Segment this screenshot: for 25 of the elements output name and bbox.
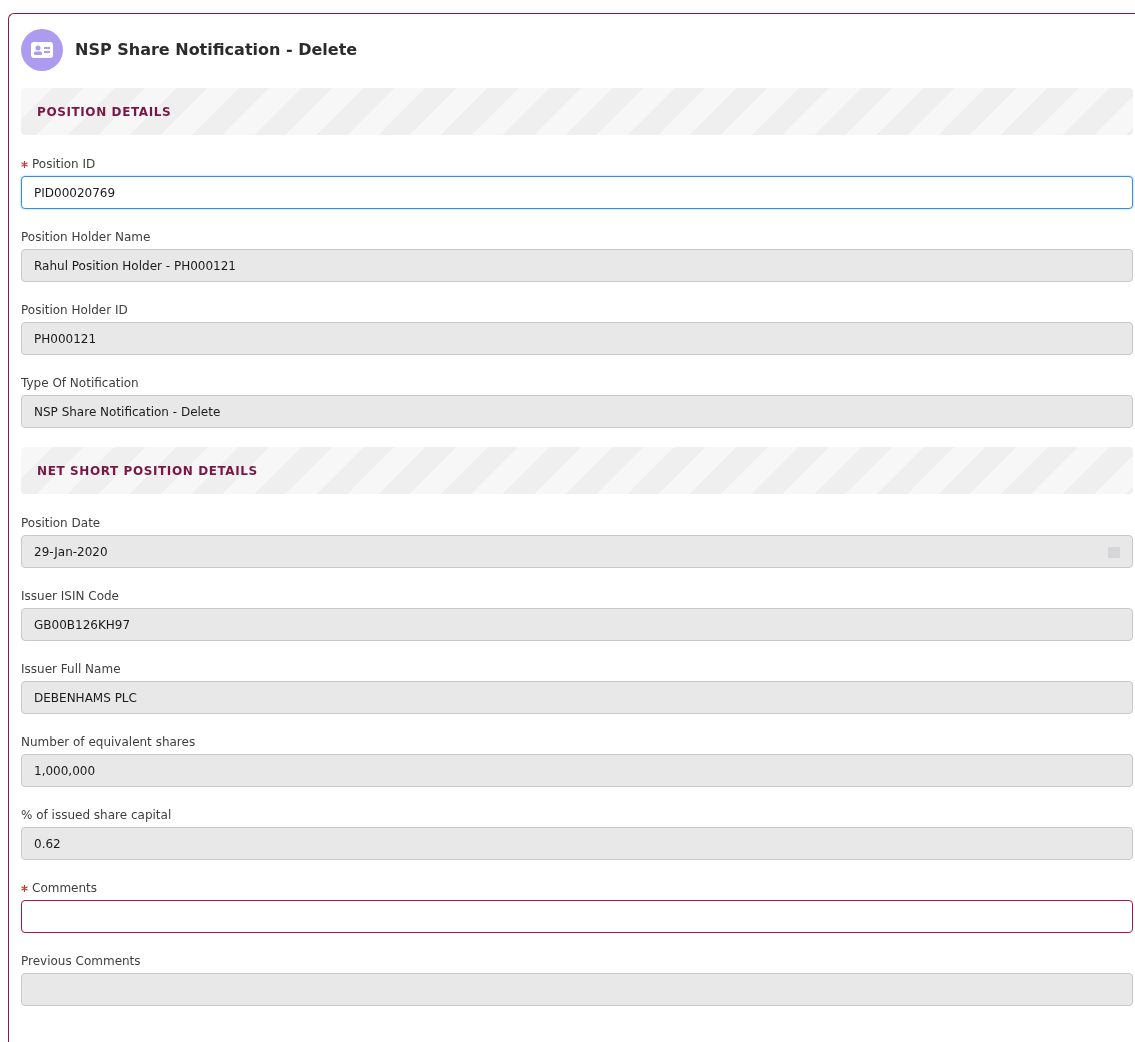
input-field[interactable]: Rahul Position Holder - PH000121 xyxy=(21,249,1133,282)
input-field[interactable]: 0.62 xyxy=(21,827,1133,860)
input-field[interactable] xyxy=(21,900,1133,933)
field-label: % of issued share capital xyxy=(21,807,172,824)
field-label: Issuer Full Name xyxy=(21,661,121,678)
section-header: POSITION DETAILS xyxy=(21,88,1133,135)
input-field[interactable]: PID00020769 xyxy=(21,176,1133,209)
form-title: NSP Share Notification - Delete xyxy=(75,39,358,61)
contact-card-icon xyxy=(21,29,63,71)
field-label: Position ID xyxy=(32,156,96,173)
input-field[interactable]: DEBENHAMS PLC xyxy=(21,681,1133,714)
date-field[interactable]: 29-Jan-2020 xyxy=(21,535,1133,568)
input-field[interactable]: GB00B126KH97 xyxy=(21,608,1133,641)
field-label: Number of equivalent shares xyxy=(21,734,196,751)
input-field[interactable]: NSP Share Notification - Delete xyxy=(21,395,1133,428)
field-label: Position Date xyxy=(21,515,101,532)
field-label: Issuer ISIN Code xyxy=(21,588,119,605)
field-label: Previous Comments xyxy=(21,953,141,970)
input-field[interactable]: 1,000,000 xyxy=(21,754,1133,787)
field-label: Type Of Notification xyxy=(21,375,139,392)
field-label: Position Holder Name xyxy=(21,229,151,246)
section-header: NET SHORT POSITION DETAILS xyxy=(21,447,1133,494)
field-label: Position Holder ID xyxy=(21,302,128,319)
field-label: Comments xyxy=(32,880,98,897)
input-field[interactable]: PH000121 xyxy=(21,322,1133,355)
